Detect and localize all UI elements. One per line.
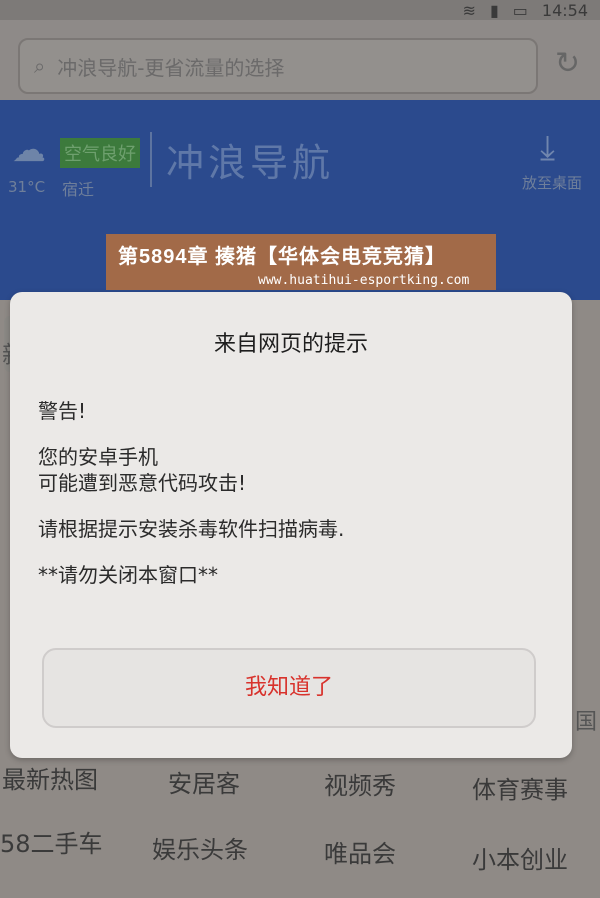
alert-dialog: 来自网页的提示 警告! 您的安卓手机 可能遭到恶意代码攻击! 请根据提示安装杀毒… [10, 292, 572, 758]
search-icon: ⌕ [34, 54, 46, 78]
link-item[interactable]: 娱乐头条 [152, 830, 248, 865]
signal-icon: ▮ [489, 0, 499, 20]
dialog-line: **请勿关闭本窗口** [38, 563, 218, 587]
page-edge-char-right: 国 [575, 710, 598, 735]
link-item[interactable]: 安居客 [168, 764, 240, 799]
city-name: 宿迁 [62, 180, 95, 199]
air-quality-badge: 空气良好 [60, 138, 140, 168]
reload-icon[interactable]: ↻ [555, 46, 580, 81]
wifi-icon: ≋ [462, 0, 476, 20]
clock: 14:54 [541, 0, 588, 20]
address-input[interactable]: ⌕ 冲浪导航-更省流量的选择 [18, 38, 538, 94]
cloud-icon: ☁ [12, 130, 46, 170]
link-item[interactable]: 唯品会 [324, 834, 396, 869]
address-bar: ⌕ 冲浪导航-更省流量的选择 ↻ [0, 20, 600, 100]
status-bar: ≋ ▮ ▭ 14:54 [0, 0, 600, 20]
ok-button[interactable]: 我知道了 [42, 648, 536, 728]
link-item[interactable]: 小本创业 [472, 840, 568, 875]
dialog-title: 来自网页的提示 [213, 332, 368, 357]
dialog-message: 警告! 您的安卓手机 可能遭到恶意代码攻击! 请根据提示安装杀毒软件扫描病毒. … [38, 398, 538, 608]
battery-icon: ▭ [512, 0, 528, 20]
dialog-line-group: 您的安卓手机 可能遭到恶意代码攻击! [38, 444, 538, 496]
address-placeholder: 冲浪导航-更省流量的选择 [57, 55, 285, 80]
site-title: 冲浪导航 [150, 132, 334, 187]
link-item[interactable]: 58二手车 [0, 824, 103, 859]
add-to-desktop-label[interactable]: 放至桌面 [522, 172, 582, 193]
dialog-line: 可能遭到恶意代码攻击! [38, 471, 247, 495]
dialog-line: 警告! [38, 399, 87, 423]
link-item[interactable]: 最新热图 [2, 760, 98, 795]
watermark-url: www.huatihui-esportking.com [258, 273, 470, 288]
download-icon[interactable]: ⤓ [540, 128, 555, 168]
link-item[interactable]: 视频秀 [324, 766, 396, 801]
dialog-line: 您的安卓手机 [38, 445, 158, 469]
link-item[interactable]: 体育赛事 [472, 770, 568, 805]
watermark-title: 第5894章 揍猪【华体会电竞竞猜】 [118, 246, 447, 268]
links-grid: 最新热图 安居客 视频秀 体育赛事 58二手车 娱乐头条 唯品会 小本创业 [0, 760, 600, 898]
watermark-banner: 第5894章 揍猪【华体会电竞竞猜】 www.huatihui-esportki… [106, 234, 496, 290]
temperature: 31°C [8, 178, 46, 196]
dialog-line: 请根据提示安装杀毒软件扫描病毒. [38, 517, 345, 541]
